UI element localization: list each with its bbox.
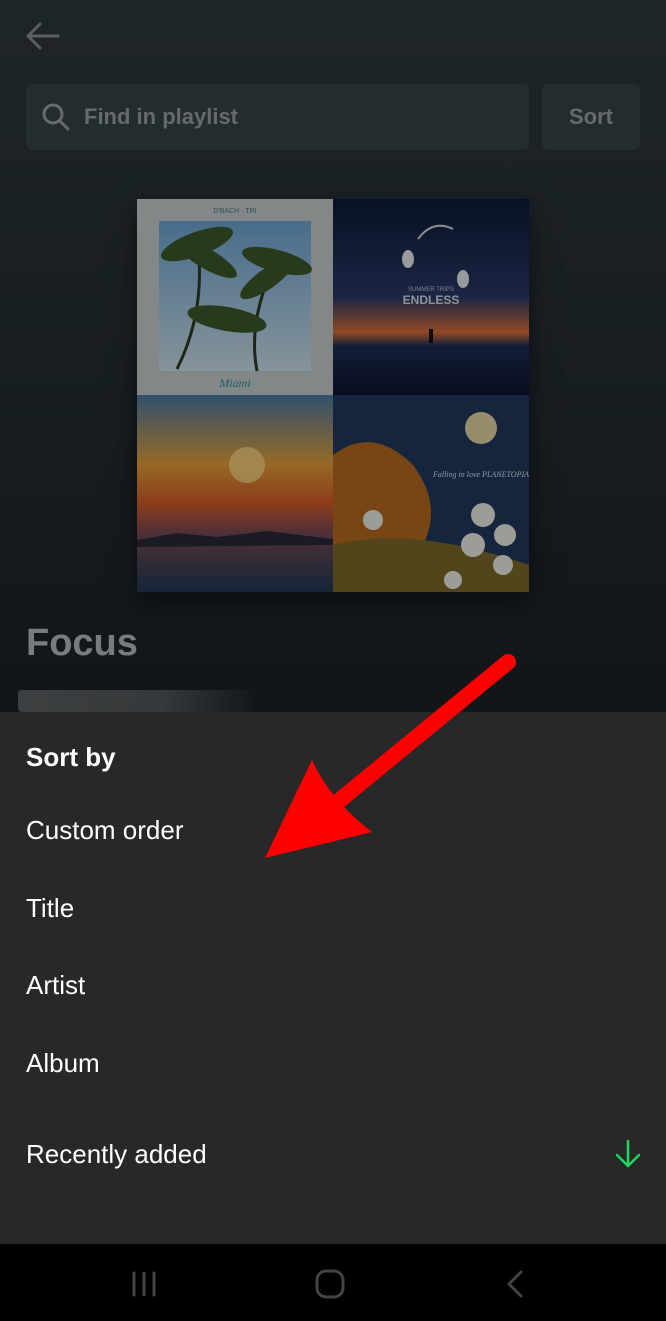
sort-option-label: Custom order (26, 814, 184, 845)
sort-option-label: Title (26, 892, 75, 923)
back-icon (507, 1270, 523, 1298)
sort-option-label: Artist (26, 969, 86, 1000)
sort-option-album[interactable]: Album (0, 1033, 666, 1093)
home-button[interactable] (310, 1264, 350, 1304)
sort-option-label: Album (26, 1047, 100, 1078)
sort-by-heading: Sort by (26, 742, 116, 772)
sort-option-label: Recently added (26, 1138, 207, 1169)
recent-apps-icon (132, 1271, 156, 1297)
recent-apps-button[interactable] (124, 1264, 164, 1304)
system-navigation-bar (0, 1244, 666, 1321)
sort-option-custom-order[interactable]: Custom order (0, 800, 666, 860)
arrow-down-icon (615, 1139, 641, 1168)
sort-bottom-sheet: Sort by Custom order Title Artist Album … (0, 712, 666, 1244)
modal-backdrop[interactable] (0, 0, 666, 712)
sort-option-artist[interactable]: Artist (0, 955, 666, 1015)
sort-option-title[interactable]: Title (0, 878, 666, 938)
sort-option-recently-added[interactable]: Recently added (0, 1124, 666, 1184)
home-icon (315, 1269, 345, 1299)
back-nav-button[interactable] (496, 1264, 536, 1304)
